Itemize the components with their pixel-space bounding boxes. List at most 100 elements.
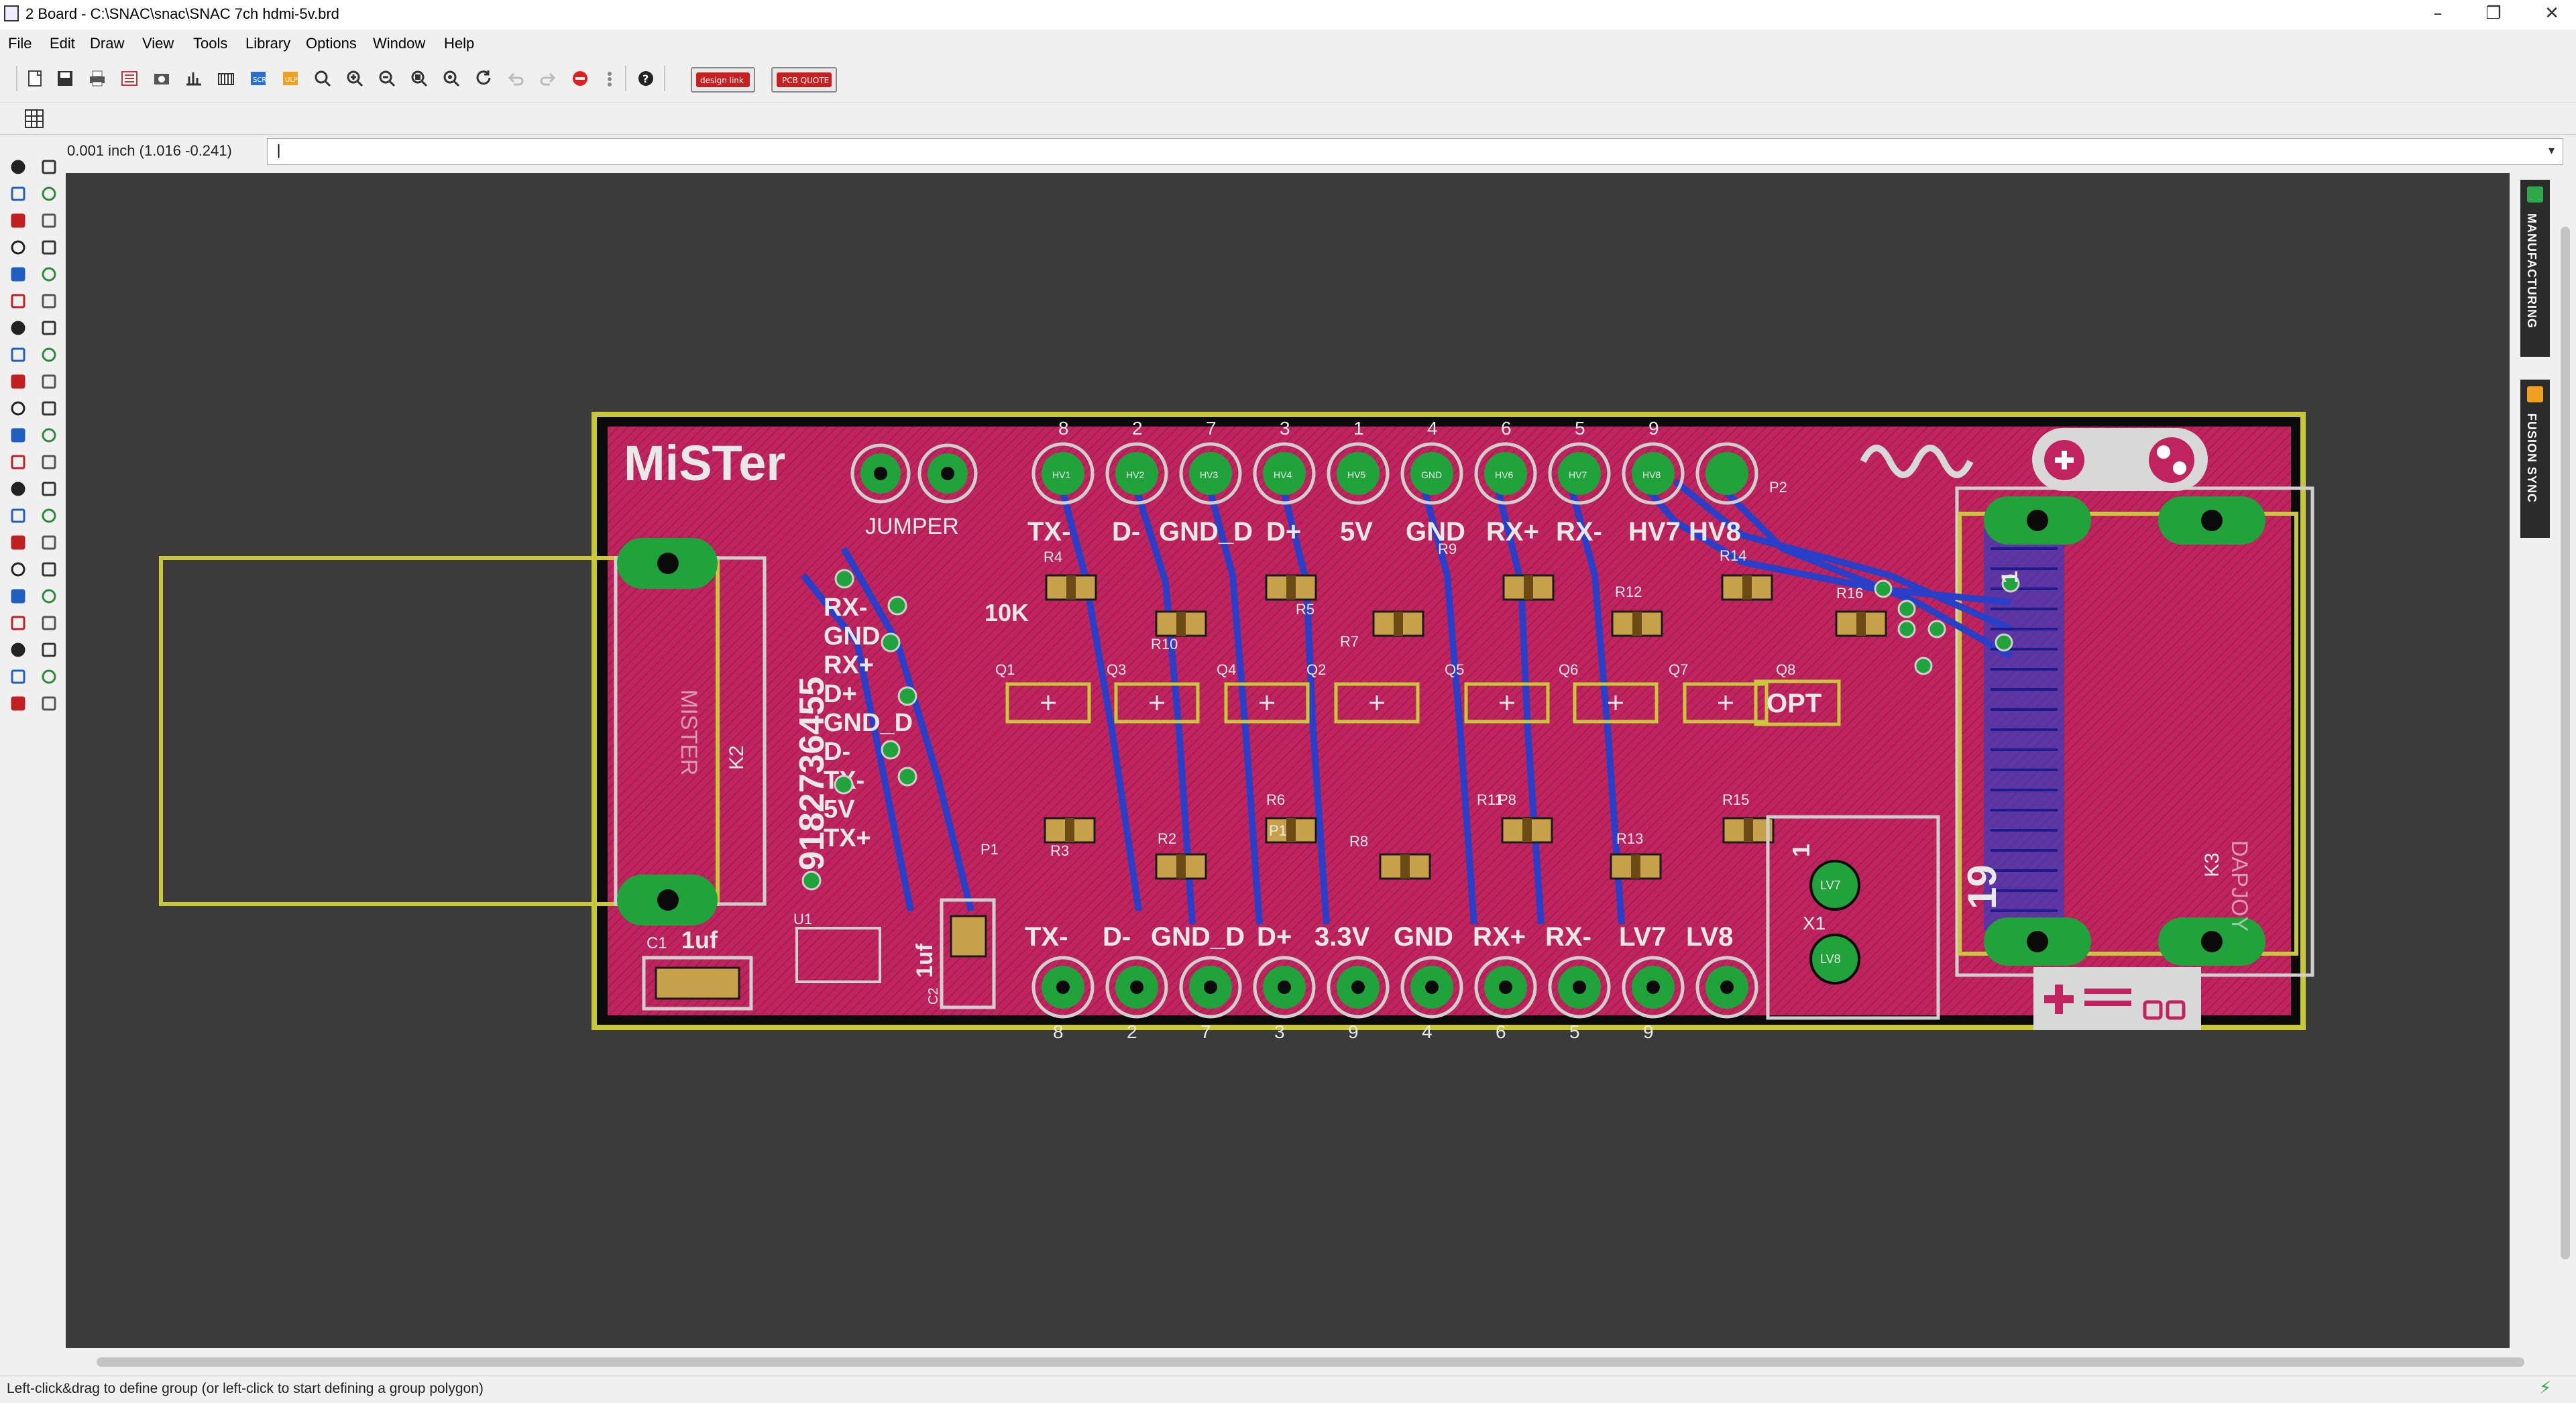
mister-logo: MiSTer (624, 435, 785, 491)
wrench-icon[interactable] (38, 317, 60, 339)
zoom-fit-icon[interactable] (310, 66, 335, 91)
board-canvas[interactable]: MiSTer JUMPER HV1 HV2 HV3 HV4 HV5 GND HV6 HV7 HV… (66, 173, 2510, 1348)
undo-icon[interactable] (503, 66, 528, 91)
split-icon[interactable] (7, 370, 30, 393)
menu-help[interactable]: Help (444, 35, 474, 52)
text-icon[interactable] (38, 504, 60, 527)
value-icon[interactable] (38, 424, 60, 447)
zoom-out-icon[interactable] (374, 66, 400, 91)
warning-icon[interactable] (38, 692, 60, 715)
miter-icon[interactable] (38, 343, 60, 366)
autoroute-icon[interactable] (7, 478, 30, 500)
stop-icon[interactable] (567, 66, 593, 91)
top-pin-number: 9 (1648, 418, 1659, 439)
mirror-icon[interactable] (7, 236, 30, 259)
pcb-quote-button[interactable]: PCB QUOTE (771, 67, 837, 93)
fusion-sync-tab[interactable]: FUSION SYNC (2520, 380, 2550, 538)
rect-icon[interactable] (7, 558, 30, 581)
dimension-icon[interactable] (38, 612, 60, 634)
arrow-icon[interactable] (38, 209, 60, 232)
menu-edit[interactable]: Edit (50, 35, 75, 52)
menu-window[interactable]: Window (373, 35, 425, 52)
layer-icon[interactable] (213, 66, 239, 91)
redo-icon[interactable] (535, 66, 561, 91)
help-icon[interactable]: ? (633, 66, 659, 91)
erc-icon[interactable] (7, 692, 30, 715)
change-icon[interactable] (7, 343, 30, 366)
top-signal-label: RX+ (1486, 517, 1539, 547)
optimize-icon[interactable] (38, 370, 60, 393)
manufacturing-tab[interactable]: MANUFACTURING (2520, 180, 2550, 357)
wire-icon[interactable] (7, 504, 30, 527)
transistor-ref: Q4 (1217, 661, 1236, 678)
paste-icon[interactable] (38, 290, 60, 313)
attribute-icon[interactable] (7, 612, 30, 634)
close-button[interactable]: ✕ (2528, 0, 2575, 30)
ripup-icon[interactable] (38, 478, 60, 500)
circle-icon[interactable] (7, 531, 30, 554)
mark-icon[interactable] (38, 182, 60, 205)
align-icon[interactable] (7, 263, 30, 286)
copy-icon[interactable] (7, 290, 30, 313)
coordinate-readout: 0.001 inch (1.016 -0.241) (67, 142, 232, 159)
pcb-drawing[interactable]: MiSTer JUMPER HV1 HV2 HV3 HV4 HV5 GND HV6 HV7 HV… (66, 173, 2510, 1348)
info-icon[interactable] (7, 156, 30, 178)
delete-icon[interactable] (7, 317, 30, 339)
top-signal-label: GND_D (1159, 517, 1253, 547)
zoom-last-icon[interactable] (439, 66, 464, 91)
new-icon[interactable] (23, 66, 48, 91)
menu-draw[interactable]: Draw (90, 35, 124, 52)
minimize-button[interactable]: – (2414, 0, 2461, 30)
resistor-ref: R12 (1615, 583, 1642, 600)
print-icon[interactable] (85, 66, 110, 91)
drc-icon[interactable] (38, 665, 60, 688)
go-icon[interactable] (597, 66, 622, 91)
restore-button[interactable]: ❐ (2470, 0, 2517, 30)
layers-icon[interactable] (7, 182, 30, 205)
smd-resistor-body (1522, 818, 1532, 842)
grid-icon[interactable] (23, 107, 46, 130)
smash-icon[interactable] (38, 397, 60, 420)
arc-icon[interactable] (38, 531, 60, 554)
ratsnest-icon[interactable] (7, 638, 30, 661)
run-ulp-icon[interactable]: ULP (278, 66, 303, 91)
menu-options[interactable]: Options (306, 35, 357, 52)
fusion-sync-icon (2527, 386, 2543, 402)
smd-resistor-body (1394, 612, 1403, 636)
route-icon[interactable] (7, 451, 30, 473)
polygon-icon[interactable] (38, 558, 60, 581)
redraw-icon[interactable] (471, 66, 496, 91)
save-icon[interactable] (52, 66, 78, 91)
menu-view[interactable]: View (142, 35, 174, 52)
name-icon[interactable] (7, 424, 30, 447)
command-input[interactable]: | (267, 138, 2563, 165)
group-icon[interactable] (38, 263, 60, 286)
via-icon[interactable] (7, 585, 30, 608)
signal-icon[interactable] (7, 665, 30, 688)
hole-icon[interactable] (38, 585, 60, 608)
horizontal-scrollbar[interactable] (66, 1348, 2524, 1375)
auto-icon[interactable] (38, 638, 60, 661)
p2-ref: P2 (1769, 479, 1787, 496)
lock-icon[interactable] (7, 397, 30, 420)
script-icon[interactable]: SCR (245, 66, 271, 91)
design-link-button[interactable]: design link (691, 67, 755, 93)
unroute-icon[interactable] (38, 451, 60, 473)
eye-icon[interactable] (38, 156, 60, 178)
board-icon[interactable] (149, 66, 174, 91)
command-history-chevron-icon[interactable]: ▾ (2549, 144, 2555, 158)
zoom-select-icon[interactable] (406, 66, 432, 91)
pin1-label-right: 1 (1997, 571, 2023, 583)
horizontal-scroll-thumb[interactable] (97, 1357, 2524, 1367)
menu-tools[interactable]: Tools (193, 35, 227, 52)
top-pad-label: HV6 (1495, 469, 1513, 480)
zoom-in-icon[interactable] (342, 66, 368, 91)
menu-library[interactable]: Library (245, 35, 290, 52)
vertical-scroll-thumb[interactable] (2561, 227, 2570, 1259)
cam-icon[interactable] (117, 66, 142, 91)
rotate-icon[interactable] (38, 236, 60, 259)
vertical-scrollbar[interactable] (2554, 173, 2576, 1348)
menu-file[interactable]: File (8, 35, 32, 52)
schematic-icon[interactable] (181, 66, 207, 91)
move-icon[interactable] (7, 209, 30, 232)
